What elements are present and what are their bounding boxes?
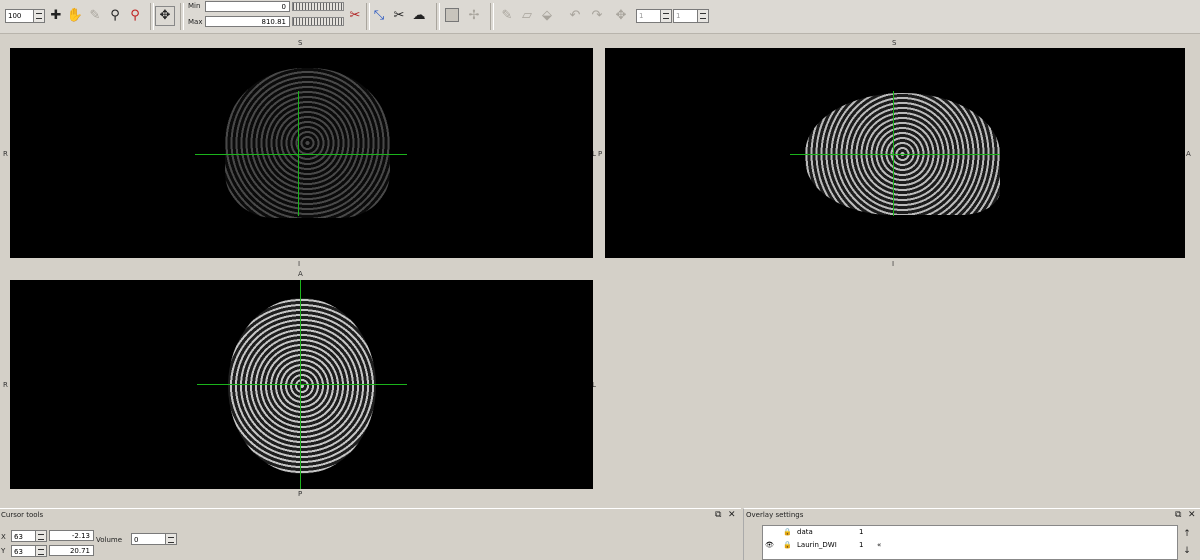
- volume-value: 0: [134, 536, 139, 544]
- toolbar-separator: [150, 3, 154, 30]
- x-world-field[interactable]: -2.13: [49, 530, 94, 541]
- chevron-left-icon[interactable]: «: [877, 540, 881, 551]
- cursor-tools-panel: X 63 -2.13 Y 63 20.71 Volume 0: [0, 522, 741, 560]
- coronal-left-label: R: [3, 150, 8, 158]
- volume-label: Volume: [96, 536, 123, 544]
- overlay-settings-title: Overlay settings: [746, 511, 804, 519]
- sagittal-top-label: S: [892, 39, 897, 47]
- zoom-spinbox[interactable]: 100: [5, 9, 45, 23]
- layout-icon[interactable]: ✢: [465, 7, 483, 25]
- lock-icon[interactable]: 🔒: [783, 540, 792, 551]
- spin-arrows[interactable]: [35, 531, 46, 541]
- y-voxel-value: 63: [14, 548, 23, 556]
- min-label: Min: [188, 2, 201, 10]
- axial-brain-image: [228, 298, 376, 474]
- panel-close-icon[interactable]: ✕: [1188, 509, 1196, 522]
- tools-icon[interactable]: ✂: [390, 7, 408, 25]
- overlay-list: 🔒 data 1 👁 🔒 Laurin_DWI 1 «: [762, 525, 1178, 560]
- axial-bottom-label: P: [298, 490, 303, 498]
- max-slider[interactable]: [292, 17, 344, 26]
- cursor-tools-header: Cursor tools ⧉ ✕: [0, 508, 741, 522]
- panel-float-icon[interactable]: ⧉: [715, 509, 721, 522]
- y-world-field[interactable]: 20.71: [49, 545, 94, 556]
- fill-icon[interactable]: ⬙: [538, 7, 556, 25]
- toolbar-separator: [490, 3, 494, 30]
- recenter-icon[interactable]: ✥: [155, 6, 175, 26]
- move-up-icon[interactable]: ↑: [1180, 527, 1194, 541]
- undo-icon[interactable]: ↶: [566, 7, 584, 25]
- axial-top-label: A: [298, 270, 303, 278]
- overlay-settings-panel: 🔒 data 1 👁 🔒 Laurin_DWI 1 « ↑ ↓: [743, 522, 1200, 560]
- coronal-crosshair-horizontal: [195, 154, 407, 155]
- min-input[interactable]: 0: [205, 1, 290, 12]
- zoom-value: 100: [8, 12, 22, 20]
- zoom-in-icon[interactable]: ⚲: [106, 7, 124, 25]
- coronal-view[interactable]: [10, 48, 593, 258]
- max-input[interactable]: 810.81: [205, 16, 290, 27]
- spin-arrows[interactable]: [165, 534, 176, 544]
- coronal-top-label: S: [298, 39, 303, 47]
- overlay-opacity: 1: [859, 541, 864, 549]
- crosshair-cursor-icon[interactable]: ✚: [47, 7, 65, 25]
- y-voxel-spinbox[interactable]: 63: [11, 545, 47, 557]
- max-label: Max: [188, 18, 203, 26]
- coronal-crosshair-vertical: [298, 91, 299, 216]
- spin-arrows[interactable]: [697, 10, 708, 22]
- swap-icon[interactable]: ⤡: [370, 7, 388, 25]
- overlay-row[interactable]: 🔒 data 1: [763, 527, 893, 538]
- pan-hand-icon[interactable]: ✋: [66, 7, 84, 25]
- sagittal-bottom-label: I: [892, 260, 895, 268]
- eraser-icon[interactable]: ▱: [518, 7, 536, 25]
- overlay-row[interactable]: 👁 🔒 Laurin_DWI 1 «: [763, 540, 893, 551]
- pencil-icon[interactable]: ✎: [86, 7, 104, 25]
- single-view-button[interactable]: [445, 8, 459, 22]
- move-down-icon[interactable]: ↓: [1180, 544, 1194, 558]
- sagittal-view[interactable]: [605, 48, 1185, 258]
- overlay-settings-header: Overlay settings ⧉ ✕: [743, 508, 1200, 522]
- axial-crosshair-horizontal: [197, 384, 407, 385]
- zoom-spin-arrows[interactable]: [33, 10, 44, 22]
- spin-arrows[interactable]: [35, 546, 46, 556]
- overlay-name: Laurin_DWI: [797, 541, 837, 549]
- viewports-area: S I R L S I P A A P R L: [2, 34, 1197, 502]
- color-map-icon[interactable]: ✂: [346, 7, 364, 25]
- toolbar-separator: [436, 3, 440, 30]
- overlay-opacity: 1: [859, 528, 864, 536]
- sagittal-left-label: P: [598, 150, 603, 158]
- panel-float-icon[interactable]: ⧉: [1175, 509, 1181, 522]
- paint-icon[interactable]: ☁: [410, 7, 428, 25]
- sagittal-crosshair-vertical: [893, 91, 894, 216]
- edit-value-2: 1: [676, 12, 681, 20]
- edit-value-spinbox-2[interactable]: 1: [673, 9, 709, 23]
- volume-spinbox[interactable]: 0: [131, 533, 177, 545]
- x-voxel-value: 63: [14, 533, 23, 541]
- lock-icon[interactable]: 🔒: [783, 527, 792, 538]
- axial-view[interactable]: [10, 280, 593, 489]
- edit-value-spinbox-1[interactable]: 1: [636, 9, 672, 23]
- y-label: Y: [1, 547, 6, 555]
- min-slider[interactable]: [292, 2, 344, 11]
- visibility-eye-icon[interactable]: 👁: [765, 540, 774, 551]
- sagittal-crosshair-horizontal: [790, 154, 1000, 155]
- axial-left-label: R: [3, 381, 8, 389]
- spin-arrows[interactable]: [660, 10, 671, 22]
- zoom-reset-icon[interactable]: ⚲: [126, 7, 144, 25]
- x-voxel-spinbox[interactable]: 63: [11, 530, 47, 542]
- x-label: X: [1, 533, 6, 541]
- cursor-tools-title: Cursor tools: [1, 511, 44, 519]
- main-toolbar: 100 ✚ ✋ ✎ ⚲ ⚲ ✥ Min 0 Max 810.81 ✂ ⤡ ✂ ☁…: [0, 0, 1200, 34]
- panel-close-icon[interactable]: ✕: [728, 509, 736, 522]
- toolbar-separator: [180, 3, 184, 30]
- overlay-name: data: [797, 528, 813, 536]
- sagittal-right-label: A: [1186, 150, 1191, 158]
- edit-pencil-icon[interactable]: ✎: [498, 7, 516, 25]
- edit-value-1: 1: [639, 12, 644, 20]
- target-icon[interactable]: ✥: [612, 7, 630, 25]
- redo-icon[interactable]: ↷: [588, 7, 606, 25]
- coronal-bottom-label: I: [298, 260, 301, 268]
- axial-crosshair-vertical: [300, 280, 301, 489]
- coronal-brain-image: [225, 68, 390, 218]
